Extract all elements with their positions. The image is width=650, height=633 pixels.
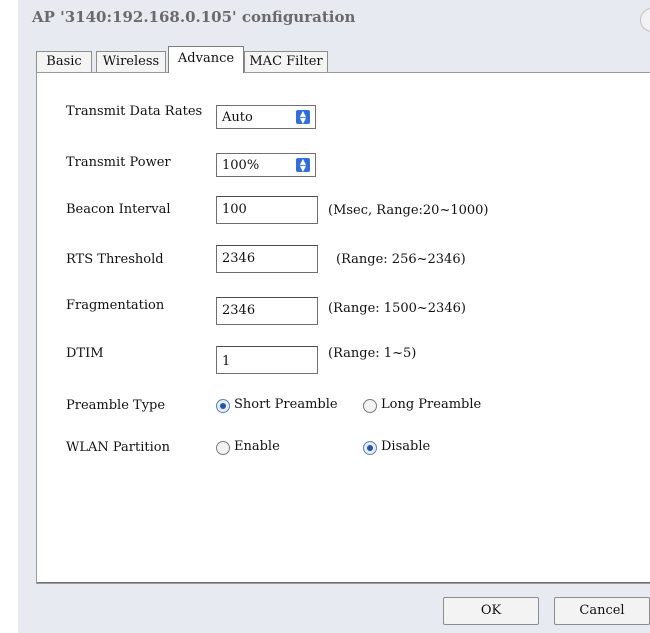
- dtim-value: 1: [222, 354, 231, 369]
- beacon-interval-hint: (Msec, Range:20~1000): [328, 203, 489, 218]
- dtim-hint: (Range: 1~5): [328, 346, 417, 361]
- fragmentation-value: 2346: [222, 303, 256, 318]
- transmit-power-label: Transmit Power: [66, 155, 171, 170]
- beacon-interval-label: Beacon Interval: [66, 202, 171, 217]
- preamble-type-label: Preamble Type: [66, 398, 166, 413]
- advance-settings-panel: [36, 72, 650, 584]
- beacon-interval-value: 100: [222, 202, 247, 217]
- fragmentation-label: Fragmentation: [66, 298, 165, 313]
- tab-wireless[interactable]: Wireless: [96, 51, 166, 73]
- transmit-data-rates-select[interactable]: Auto ▲ ▼: [216, 105, 316, 129]
- rts-threshold-hint: (Range: 256~2346): [336, 252, 466, 267]
- dtim-input[interactable]: 1: [216, 346, 318, 374]
- rts-threshold-value: 2346: [222, 251, 256, 266]
- window-control-icon[interactable]: [640, 8, 650, 32]
- beacon-interval-input[interactable]: 100: [216, 196, 318, 224]
- short-preamble-label[interactable]: Short Preamble: [234, 397, 338, 412]
- rts-threshold-input[interactable]: 2346: [216, 245, 318, 273]
- wlan-partition-enable-radio[interactable]: [216, 441, 230, 455]
- spinner-arrows-icon[interactable]: ▲ ▼: [296, 158, 310, 173]
- fragmentation-hint: (Range: 1500~2346): [328, 301, 466, 316]
- dtim-label: DTIM: [66, 346, 104, 361]
- long-preamble-radio[interactable]: [363, 399, 377, 413]
- tab-mac-filter[interactable]: MAC Filter: [244, 51, 328, 73]
- long-preamble-label[interactable]: Long Preamble: [381, 397, 481, 412]
- wlan-partition-disable-radio[interactable]: [363, 441, 377, 455]
- window-title: AP '3140:192.168.0.105' configuration: [32, 8, 356, 26]
- transmit-data-rates-label: Transmit Data Rates: [66, 104, 203, 119]
- rts-threshold-label: RTS Threshold: [66, 252, 164, 267]
- transmit-data-rates-value: Auto: [222, 110, 253, 125]
- transmit-power-select[interactable]: 100% ▲ ▼: [216, 153, 316, 177]
- tab-advance[interactable]: Advance: [168, 46, 244, 73]
- fragmentation-input[interactable]: 2346: [216, 297, 318, 325]
- short-preamble-radio[interactable]: [216, 399, 230, 413]
- wlan-partition-enable-label[interactable]: Enable: [234, 439, 280, 454]
- tab-basic[interactable]: Basic: [36, 51, 92, 73]
- wlan-partition-disable-label[interactable]: Disable: [381, 439, 430, 454]
- ok-button[interactable]: OK: [443, 597, 539, 625]
- transmit-power-value: 100%: [222, 158, 260, 173]
- panel-divider: [36, 583, 650, 584]
- cancel-button[interactable]: Cancel: [554, 597, 650, 625]
- spinner-arrows-icon[interactable]: ▲ ▼: [296, 110, 310, 125]
- wlan-partition-label: WLAN Partition: [66, 440, 170, 455]
- title-bar: AP '3140:192.168.0.105' configuration: [18, 0, 650, 36]
